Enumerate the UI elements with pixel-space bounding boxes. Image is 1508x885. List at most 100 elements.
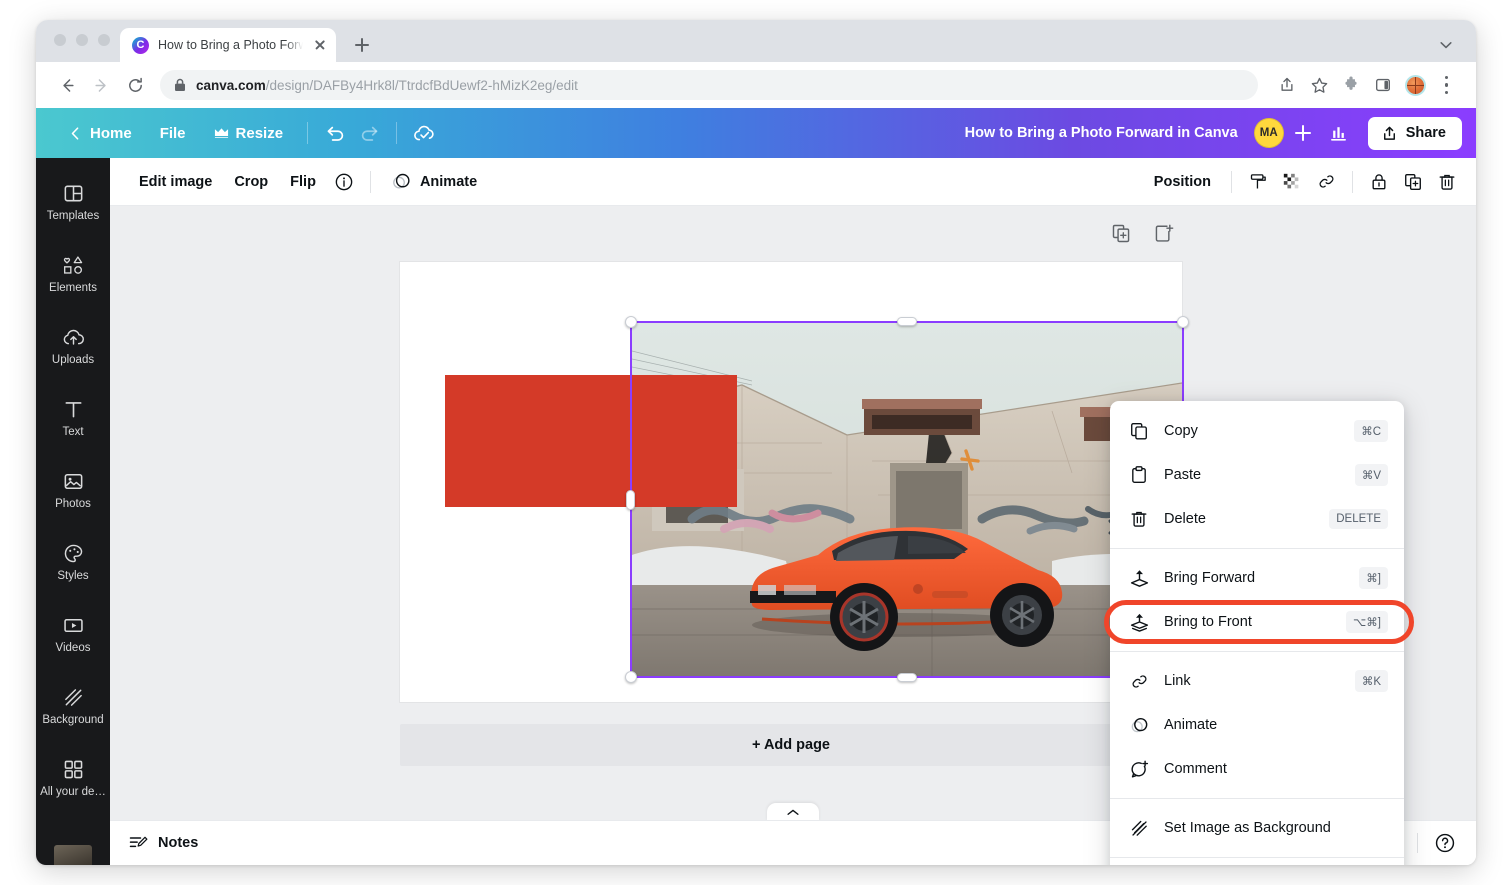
back-icon[interactable] (52, 70, 82, 100)
paint-roller-icon[interactable] (1241, 165, 1275, 199)
browser-window: C How to Bring a Photo Forward i (36, 20, 1476, 865)
menu-item-paste[interactable]: Paste ⌘V (1110, 453, 1404, 497)
forward-icon[interactable] (86, 70, 116, 100)
duplicate-page-icon[interactable] (1108, 220, 1134, 246)
sidebar-item-background[interactable]: Background (36, 670, 110, 742)
browser-tab-strip: C How to Bring a Photo Forward i (36, 20, 1476, 62)
reload-icon[interactable] (120, 70, 150, 100)
sidebar-item-text[interactable]: Text (36, 382, 110, 454)
divider (307, 122, 309, 144)
menu-item-label: Delete (1164, 511, 1206, 527)
canva-header: Home File Resize How to Bring a Photo Fo… (36, 108, 1476, 158)
menu-item-label: Animate (1164, 717, 1218, 733)
minimize-window-button[interactable] (76, 34, 88, 46)
sidebar-label: Uploads (51, 354, 95, 366)
divider (1417, 833, 1418, 853)
trash-icon[interactable] (1430, 165, 1464, 199)
add-collaborator-button[interactable] (1290, 120, 1316, 146)
notes-button[interactable]: Notes (128, 833, 198, 853)
home-button[interactable]: Home (54, 118, 146, 149)
chevron-down-icon[interactable] (1438, 37, 1454, 53)
undo-button[interactable] (318, 116, 352, 150)
recent-design-thumbnail[interactable] (54, 845, 92, 865)
help-button[interactable] (1430, 828, 1460, 858)
help-icon (1435, 833, 1455, 853)
divider (396, 122, 398, 144)
sidebar-item-uploads[interactable]: Uploads (36, 310, 110, 382)
menu-item-delete[interactable]: Delete DELETE (1110, 497, 1404, 541)
all-designs-icon (64, 760, 82, 779)
menu-item-label: Paste (1164, 467, 1202, 483)
info-icon[interactable] (327, 165, 361, 199)
menu-item-shortcut: DELETE (1329, 509, 1388, 529)
add-page-button[interactable]: + Add page (400, 724, 1182, 766)
sidebar-item-photos[interactable]: Photos (36, 454, 110, 526)
browser-tab[interactable]: C How to Bring a Photo Forward i (120, 28, 336, 62)
close-window-button[interactable] (54, 34, 66, 46)
canva-header-left: Home File Resize (54, 116, 441, 150)
maximize-window-button[interactable] (98, 34, 110, 46)
divider (1352, 170, 1353, 193)
background-icon (64, 689, 82, 706)
bookmark-star-icon[interactable] (1304, 70, 1334, 100)
resize-button[interactable]: Resize (200, 118, 298, 149)
profile-avatar[interactable] (1400, 70, 1430, 100)
user-avatar[interactable]: MA (1253, 118, 1284, 148)
lock-icon[interactable] (1362, 165, 1396, 199)
videos-icon (63, 618, 83, 633)
insights-icon[interactable] (1322, 116, 1356, 150)
crop-button[interactable]: Crop (223, 167, 279, 197)
sidebar-label: Videos (55, 642, 91, 654)
design-title[interactable]: How to Bring a Photo Forward in Canva (441, 125, 1254, 141)
left-rail: Templates Elements Uploads Text Photos S… (36, 158, 110, 865)
sidebar-label: Background (42, 714, 104, 726)
menu-item-link[interactable]: Link ⌘K (1110, 659, 1404, 703)
collapse-panel-button[interactable] (767, 803, 819, 820)
edit-image-button[interactable]: Edit image (128, 167, 223, 197)
sidebar-item-elements[interactable]: Elements (36, 238, 110, 310)
sidebar-item-styles[interactable]: Styles (36, 526, 110, 598)
sidebar-item-templates[interactable]: Templates (36, 166, 110, 238)
menu-item-shortcut: ⌘] (1359, 567, 1388, 589)
styles-icon (64, 544, 82, 563)
browser-toolbar: canva.com/design/DAFBy4Hrk8l/TtrdcfBdUew… (36, 62, 1476, 108)
menu-divider (1110, 798, 1404, 799)
duplicate-icon[interactable] (1396, 165, 1430, 199)
resize-label: Resize (235, 124, 284, 142)
menu-item-copy[interactable]: Copy ⌘C (1110, 409, 1404, 453)
flip-button[interactable]: Flip (279, 167, 327, 197)
sidebar-item-all-your-designs[interactable]: All your de… (36, 742, 110, 814)
new-tab-button[interactable] (348, 31, 376, 59)
animate-button[interactable]: Animate (380, 164, 488, 199)
address-bar[interactable]: canva.com/design/DAFBy4Hrk8l/TtrdcfBdUew… (160, 70, 1258, 100)
menu-item-set-image-as-background[interactable]: Set Image as Background (1110, 806, 1404, 850)
side-panel-icon[interactable] (1368, 70, 1398, 100)
link-icon (1128, 670, 1150, 692)
file-menu-button[interactable]: File (146, 118, 200, 149)
menu-item-label: Copy (1164, 423, 1198, 439)
canva-header-right: MA Share (1253, 116, 1462, 150)
link-icon[interactable] (1309, 165, 1343, 199)
share-upload-icon (1383, 126, 1395, 140)
context-menu[interactable]: Copy ⌘C Paste ⌘V Delete DELETE Bring For… (1104, 401, 1414, 865)
menu-item-comment[interactable]: Comment (1110, 747, 1404, 791)
share-icon[interactable] (1272, 70, 1302, 100)
background-icon (1128, 817, 1150, 839)
cloud-saved-icon[interactable] (407, 116, 441, 150)
sidebar-item-videos[interactable]: Videos (36, 598, 110, 670)
design-page[interactable] (400, 262, 1189, 702)
transparency-icon[interactable] (1275, 165, 1309, 199)
share-button[interactable]: Share (1367, 116, 1462, 150)
menu-item-bring-forward[interactable]: Bring Forward ⌘] (1110, 556, 1404, 600)
menu-item-animate[interactable]: Animate (1110, 703, 1404, 747)
kebab-menu-icon[interactable] (1432, 70, 1462, 100)
menu-item-bring-to-front[interactable]: Bring to Front ⌥⌘] (1110, 600, 1404, 644)
bring-to-front-icon (1128, 611, 1150, 633)
menu-item-label: Bring Forward (1164, 570, 1256, 586)
add-page-icon[interactable] (1150, 220, 1176, 246)
redo-button[interactable] (352, 116, 386, 150)
tab-close-icon[interactable] (312, 37, 328, 53)
position-button[interactable]: Position (1143, 167, 1222, 197)
extensions-puzzle-icon[interactable] (1336, 70, 1366, 100)
red-rectangle-element[interactable] (445, 375, 737, 507)
